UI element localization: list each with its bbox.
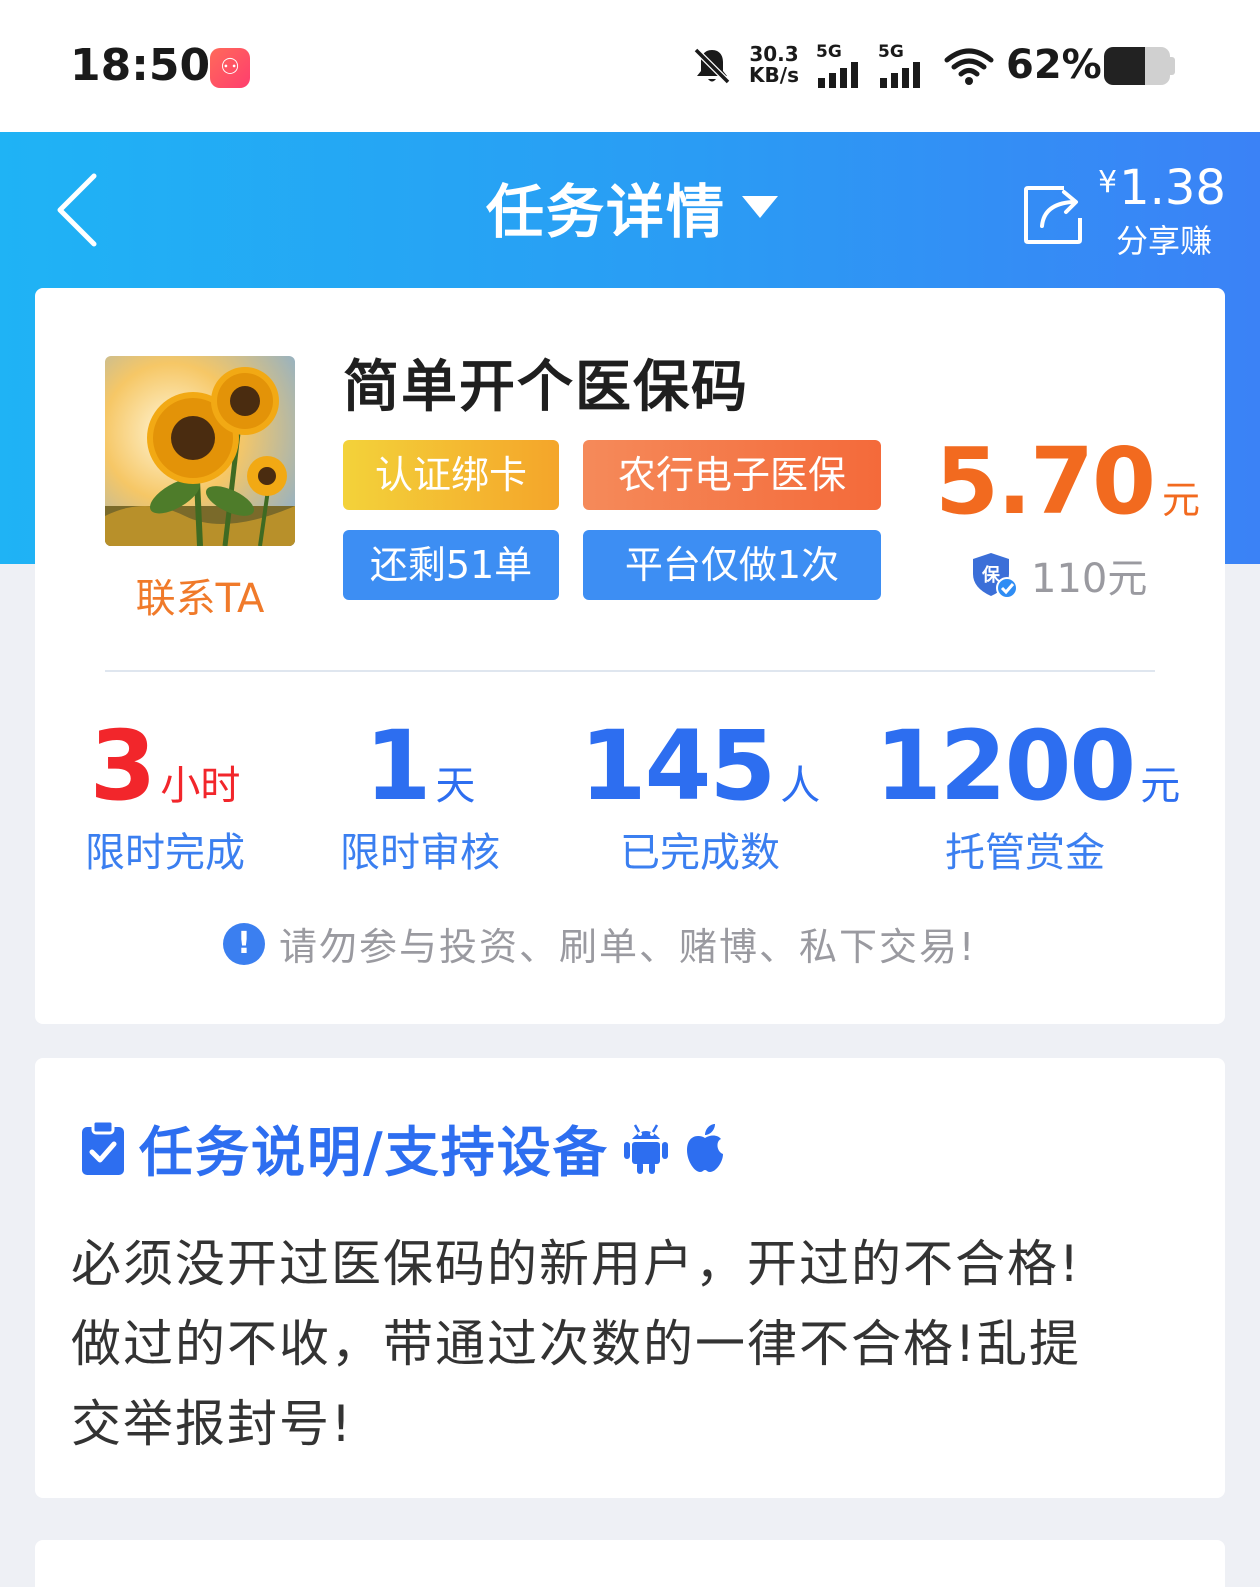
stat-review-limit: 1天 限时审核 <box>325 716 515 878</box>
stat-unit: 人 <box>780 763 821 809</box>
deposit-amount: 110元 <box>1031 556 1148 602</box>
tag-abc-medical: 农行电子医保 <box>583 440 881 510</box>
divider <box>105 670 1155 672</box>
warning-text: 请勿参与投资、刷单、赌博、私下交易! <box>279 925 977 969</box>
stat-label: 已完成数 <box>620 830 780 876</box>
price-unit: 元 <box>1162 478 1201 522</box>
share-icon <box>1024 186 1082 244</box>
task-summary-card: 联系TA 简单开个医保码 认证绑卡 农行电子医保 还剩51单 平台仅做1次 5.… <box>35 288 1225 1024</box>
contact-publisher-link[interactable]: 联系TA <box>105 566 295 624</box>
description-title: 任务说明/支持设备 <box>139 1121 609 1184</box>
publisher-avatar[interactable] <box>105 356 295 546</box>
stat-value: 1200 <box>875 710 1136 822</box>
guarantee-shield-icon: 保 <box>973 553 1018 599</box>
apple-icon <box>686 1123 723 1172</box>
signal-5g-1: 5G <box>816 42 872 88</box>
kuaishou-app-icon: ⚇ <box>210 48 250 88</box>
description-line: 交举报封号! <box>71 1395 354 1453</box>
description-line: 必须没开过医保码的新用户，开过的不合格! <box>71 1235 1082 1293</box>
wifi-icon <box>944 48 994 85</box>
stat-completed-count: 145 人 已完成数 <box>575 716 825 878</box>
battery-icon <box>1104 47 1170 85</box>
currency-symbol: ¥ <box>1098 165 1118 200</box>
next-card <box>35 1540 1225 1587</box>
network-speed: 30.3 KB/s <box>746 44 802 86</box>
stat-label: 限时审核 <box>340 830 500 876</box>
stat-label: 托管赏金 <box>945 830 1105 876</box>
network-speed-unit: KB/s <box>749 63 799 87</box>
battery-nub <box>1170 57 1175 75</box>
signal-bars-icon <box>818 62 858 88</box>
description-body: 必须没开过医保码的新用户，开过的不合格! 做过的不收，带通过次数的一律不合格!乱… <box>71 1224 1191 1464</box>
task-description-card: 任务说明/支持设备 必须没开过医保码的新用户，开过的不合格! 做过的不收，带通过… <box>35 1058 1225 1498</box>
signal-bars-icon <box>880 62 920 88</box>
clipboard-check-icon <box>82 1119 124 1175</box>
stat-time-limit: 3 小时 限时完成 <box>75 716 255 878</box>
page-title-dropdown[interactable]: 任务详情 <box>486 172 779 246</box>
description-line: 做过的不收，带通过次数的一律不合格!乱提 <box>71 1315 1082 1373</box>
share-label: 分享赚 <box>1116 222 1213 260</box>
tag-remaining-orders: 还剩51单 <box>343 530 559 600</box>
signal-type-label: 5G <box>816 42 842 62</box>
task-title: 简单开个医保码 <box>343 355 749 420</box>
exclamation-icon: ! <box>223 922 265 965</box>
share-earn-button[interactable]: ¥1.38 分享赚 <box>1022 160 1232 260</box>
stat-unit: 元 <box>1140 763 1181 809</box>
android-icon <box>623 1123 668 1174</box>
description-header: 任务说明/支持设备 <box>79 1108 727 1187</box>
battery-percent: 62% <box>1006 42 1102 88</box>
deposit-guarantee: 保 110元 <box>969 546 1147 604</box>
share-amount-value: 1.38 <box>1119 160 1226 216</box>
caret-down-icon <box>742 196 779 218</box>
signal-type-label: 5G <box>878 42 904 62</box>
stat-unit: 小时 <box>160 763 241 809</box>
battery-level-fill <box>1104 47 1145 85</box>
page-title: 任务详情 <box>486 178 727 246</box>
safety-warning: ! 请勿参与投资、刷单、赌博、私下交易! <box>223 916 976 971</box>
notification-muted-icon <box>693 47 731 85</box>
status-time: 18:50 <box>70 40 211 91</box>
stat-label: 限时完成 <box>85 830 245 876</box>
sunflower-image <box>105 356 295 546</box>
network-speed-value: 30.3 <box>749 42 799 66</box>
tag-once-per-platform: 平台仅做1次 <box>583 530 881 600</box>
share-amount: ¥1.38 <box>1098 160 1248 216</box>
stat-value: 1 <box>364 710 432 822</box>
stat-unit: 天 <box>435 763 476 809</box>
tag-verify-bind-card: 认证绑卡 <box>343 440 559 510</box>
stat-escrow-reward: 1200 元 托管赏金 <box>875 716 1180 878</box>
stat-value: 145 <box>579 710 776 822</box>
stat-value: 3 <box>89 710 157 822</box>
signal-5g-2: 5G <box>878 42 934 88</box>
back-button[interactable] <box>50 170 110 250</box>
task-reward-price: 5.70 元 <box>935 428 1200 535</box>
status-bar: 18:50 ⚇ 30.3 KB/s 5G 5G 62% <box>0 0 1260 132</box>
price-value: 5.70 <box>935 428 1156 535</box>
